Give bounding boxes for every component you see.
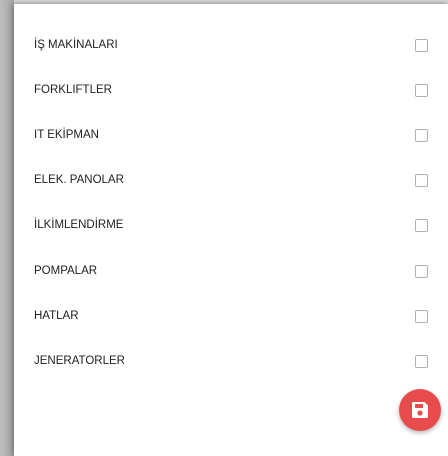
category-checkbox[interactable] — [415, 265, 428, 278]
category-checkbox[interactable] — [415, 310, 428, 323]
category-checkbox[interactable] — [415, 84, 428, 97]
floppy-disk-icon — [412, 402, 428, 418]
category-item-hatlar[interactable]: HATLAR — [14, 307, 448, 352]
category-label: IT EKİPMAN — [34, 129, 99, 141]
category-label: HATLAR — [34, 310, 79, 322]
category-item-forkliftler[interactable]: FORKLIFTLER — [14, 81, 448, 126]
category-item-jeneratorler[interactable]: JENERATORLER — [14, 352, 448, 397]
category-checkbox[interactable] — [415, 219, 428, 232]
category-label: JENERATORLER — [34, 355, 125, 367]
category-checkbox[interactable] — [415, 355, 428, 368]
backdrop-left — [0, 0, 14, 456]
category-label: FORKLIFTLER — [34, 84, 112, 96]
category-item-it-ekipman[interactable]: IT EKİPMAN — [14, 126, 448, 171]
category-item-ilkimlendirme[interactable]: İLKİMLENDİRME — [14, 216, 448, 261]
category-checkbox[interactable] — [415, 39, 428, 52]
category-checkbox[interactable] — [415, 129, 428, 142]
category-label: ELEK. PANOLAR — [34, 174, 124, 186]
category-item-elek-panolar[interactable]: ELEK. PANOLAR — [14, 171, 448, 216]
category-item-is-makinalari[interactable]: İŞ MAKİNALARI — [14, 36, 448, 81]
category-label: POMPALAR — [34, 265, 98, 277]
save-button[interactable] — [399, 389, 441, 431]
category-label: İLKİMLENDİRME — [34, 219, 124, 231]
category-item-pompalar[interactable]: POMPALAR — [14, 262, 448, 307]
category-filter-dialog: İŞ MAKİNALARI FORKLIFTLER IT EKİPMAN ELE… — [14, 4, 448, 456]
category-label: İŞ MAKİNALARI — [34, 39, 118, 51]
category-checkbox[interactable] — [415, 174, 428, 187]
